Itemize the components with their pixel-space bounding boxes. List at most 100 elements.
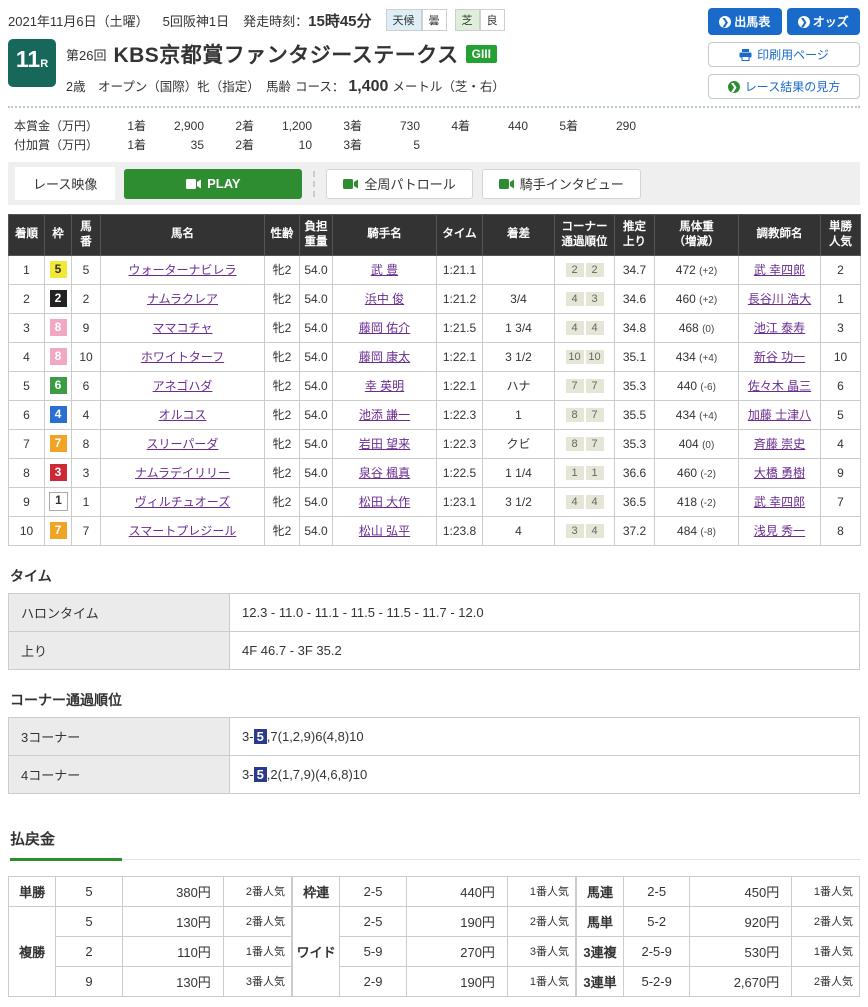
result-row: 1077スマートプレジール牝254.0松山 弘平1:23.843437.2484…	[9, 516, 861, 545]
payout-amount: 270円	[406, 936, 507, 966]
horse-link[interactable]: スリーパーダ	[147, 437, 219, 451]
chevron-right-icon: ❯	[728, 81, 740, 93]
trainer-link[interactable]: 斉藤 崇史	[754, 437, 805, 451]
last-3f: 36.5	[615, 487, 655, 516]
jockey-interview-button[interactable]: 騎手インタビュー	[482, 169, 641, 199]
finish-position: 3	[9, 313, 45, 342]
frame-cell: 4	[45, 400, 72, 429]
jockey-link[interactable]: 松田 大作	[359, 495, 410, 509]
horse-link[interactable]: ヴィルチュオーズ	[135, 495, 230, 509]
bet-type-label: 枠連	[293, 876, 340, 906]
payout-table-3: 馬連2-5450円1番人気馬単5-2920円2番人気3連複2-5-9530円1番…	[576, 876, 860, 997]
time-row-value: 4F 46.7 - 3F 35.2	[230, 631, 860, 669]
payout-popularity: 3番人気	[507, 936, 575, 966]
corner-position-box: 1	[586, 466, 604, 480]
frame-cell: 7	[45, 516, 72, 545]
margin	[483, 255, 555, 284]
race-number-suffix: R	[40, 58, 48, 70]
trainer-link[interactable]: 武 幸四郎	[754, 495, 805, 509]
margin: 1	[483, 400, 555, 429]
prize-amount: 440	[476, 116, 542, 135]
last-3f: 36.6	[615, 458, 655, 487]
payout-amount: 920円	[690, 906, 792, 936]
last-3f: 35.5	[615, 400, 655, 429]
horse-link[interactable]: アネゴハダ	[153, 379, 213, 393]
trainer-link[interactable]: 新谷 功一	[754, 350, 805, 364]
corner-position-box: 4	[566, 321, 584, 335]
prize-rank: 3着	[326, 116, 368, 135]
race-conditions-text: 2歳 オープン（国際）牝（指定） 馬齢	[66, 76, 291, 95]
jockey-cell: 藤岡 佑介	[333, 313, 437, 342]
corner-position-box: 2	[586, 263, 604, 277]
shutuba-button[interactable]: ❯ 出馬表	[708, 8, 782, 35]
bet-type-label: 馬連	[577, 876, 624, 906]
trainer-link[interactable]: 佐々木 晶三	[748, 379, 811, 393]
results-header-row: 着順枠馬 番馬名性齢負担 重量騎手名タイム着差コーナー 通過順位推定 上り馬体重…	[9, 215, 861, 256]
print-page-button[interactable]: 印刷用ページ	[708, 42, 860, 67]
corner-table: 3コーナー3-5,7(1,2,9)6(4,8)104コーナー3-5,2(1,7,…	[8, 717, 860, 794]
margin: ハナ	[483, 371, 555, 400]
finish-time: 1:22.5	[437, 458, 483, 487]
horse-link[interactable]: ホワイトターフ	[141, 350, 224, 364]
win-popularity: 5	[821, 400, 861, 429]
corner-row: 3コーナー3-5,7(1,2,9)6(4,8)10	[9, 717, 860, 755]
prize-row-label: 本賞金（万円）	[14, 116, 110, 135]
trainer-link[interactable]: 長谷川 浩大	[748, 292, 811, 306]
trainer-link[interactable]: 池江 泰寿	[754, 321, 805, 335]
horse-link[interactable]: ナムラデイリリー	[135, 466, 230, 480]
horse-link[interactable]: ナムラクレア	[147, 292, 218, 306]
odds-button[interactable]: ❯ オッズ	[787, 8, 861, 35]
body-weight: 472 (+2)	[655, 255, 739, 284]
time-row: 上り4F 46.7 - 3F 35.2	[9, 631, 860, 669]
jockey-link[interactable]: 藤岡 康太	[359, 350, 410, 364]
dotted-divider	[8, 106, 860, 108]
result-guide-button[interactable]: ❯ レース結果の見方	[708, 74, 860, 99]
payout-combination: 5-9	[340, 936, 407, 966]
result-row: 833ナムラデイリリー牝254.0泉谷 楓真1:22.51 1/41136.64…	[9, 458, 861, 487]
result-row: 644オルコス牝254.0池添 謙一1:22.318735.5434 (+4)加…	[9, 400, 861, 429]
jockey-link[interactable]: 池添 謙一	[359, 408, 410, 422]
body-weight-diff: (0)	[702, 324, 714, 335]
jockey-link[interactable]: 幸 英明	[365, 379, 404, 393]
body-weight-diff: (-6)	[700, 382, 716, 393]
carried-weight: 54.0	[300, 313, 333, 342]
body-weight: 440 (-6)	[655, 371, 739, 400]
patrol-video-button[interactable]: 全周パトロール	[326, 169, 472, 199]
payout-amount: 2,670円	[690, 966, 792, 996]
race-number-badge: 11R	[8, 39, 56, 87]
finish-position: 1	[9, 255, 45, 284]
sex-age: 牝2	[265, 255, 300, 284]
jockey-link[interactable]: 泉谷 楓真	[359, 466, 410, 480]
margin: 4	[483, 516, 555, 545]
horse-link[interactable]: スマートプレジール	[129, 524, 237, 538]
jockey-link[interactable]: 浜中 俊	[365, 292, 404, 306]
result-row: 222ナムラクレア牝254.0浜中 俊1:21.23/44334.6460 (+…	[9, 284, 861, 313]
corner-positions: 43	[555, 284, 615, 313]
frame-cell: 8	[45, 313, 72, 342]
trainer-cell: 武 幸四郎	[739, 255, 821, 284]
column-header: 着差	[483, 215, 555, 256]
jockey-link[interactable]: 松山 弘平	[359, 524, 410, 538]
horse-link[interactable]: ウォーターナビレラ	[128, 263, 236, 277]
trainer-cell: 長谷川 浩大	[739, 284, 821, 313]
jockey-link[interactable]: 藤岡 佑介	[359, 321, 410, 335]
trainer-link[interactable]: 武 幸四郎	[754, 263, 805, 277]
horse-number: 1	[72, 487, 101, 516]
jockey-link[interactable]: 武 豊	[371, 263, 398, 277]
bet-type-label: 3連単	[577, 966, 624, 996]
trainer-link[interactable]: 大橋 勇樹	[754, 466, 805, 480]
dashed-divider	[313, 171, 315, 197]
body-weight: 460 (+2)	[655, 284, 739, 313]
payout-amount: 110円	[122, 936, 223, 966]
horse-link[interactable]: ママコチャ	[153, 321, 213, 335]
horse-link[interactable]: オルコス	[159, 408, 207, 422]
carried-weight: 54.0	[300, 516, 333, 545]
trainer-link[interactable]: 加藤 士津八	[748, 408, 811, 422]
jockey-link[interactable]: 岩田 望来	[359, 437, 410, 451]
trainer-link[interactable]: 浅見 秀一	[754, 524, 805, 538]
frame-number-badge: 4	[50, 406, 67, 423]
horse-number: 6	[72, 371, 101, 400]
play-button[interactable]: PLAY	[124, 169, 302, 199]
body-weight-diff: (-2)	[700, 498, 716, 509]
margin: 3 1/2	[483, 487, 555, 516]
